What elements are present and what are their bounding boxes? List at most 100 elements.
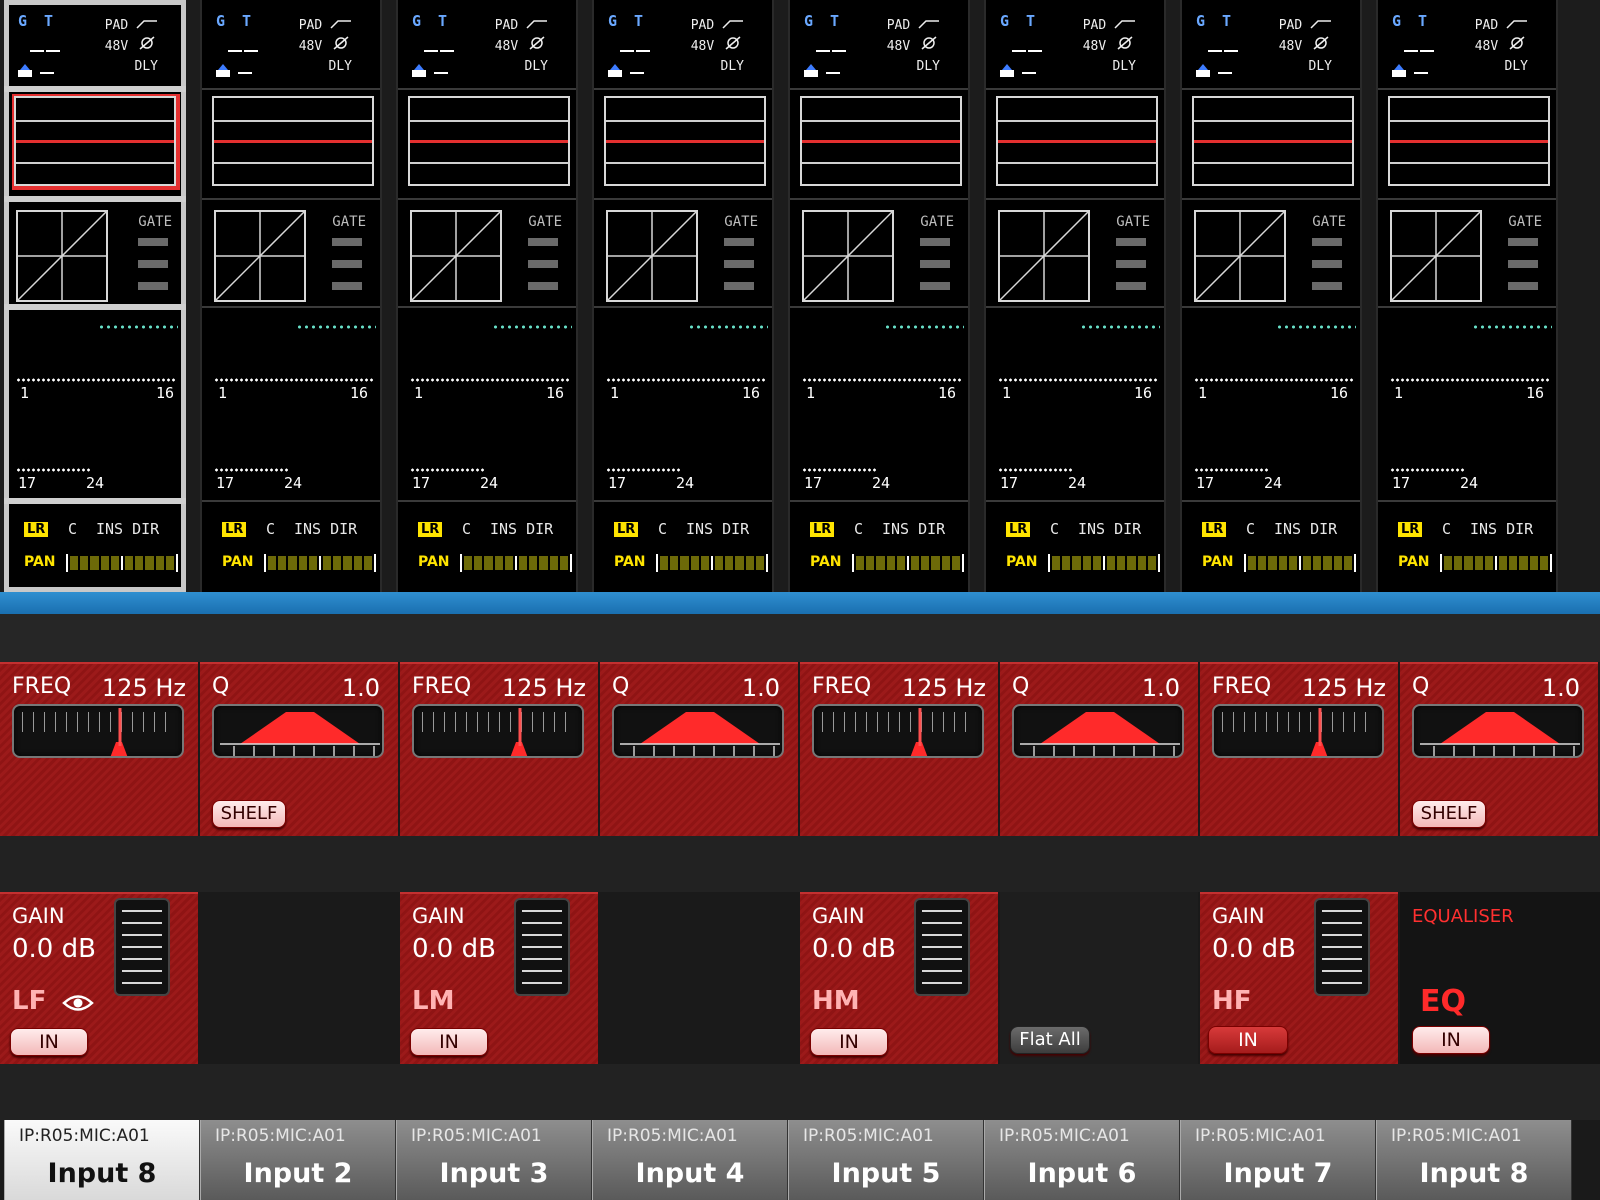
- eq-thumbnail[interactable]: [408, 96, 570, 186]
- aux-sends-17-24[interactable]: [16, 468, 92, 472]
- ins-dir-label[interactable]: INS DIR: [490, 520, 553, 538]
- gate-graph[interactable]: [16, 210, 108, 302]
- channel-strip[interactable]: G T PAD 48V DLY GATE 1 16 17 24 LR C INS…: [1376, 0, 1558, 592]
- preamp-flags[interactable]: PAD 48V DLY: [1083, 16, 1136, 77]
- lr-assign[interactable]: LR: [614, 522, 639, 537]
- lr-assign[interactable]: LR: [1202, 522, 1227, 537]
- aux-sends-1-16[interactable]: [410, 378, 570, 382]
- preamp-flags[interactable]: PAD 48V DLY: [105, 16, 158, 77]
- gate-graph[interactable]: [410, 210, 502, 302]
- band-in-button[interactable]: IN: [810, 1028, 888, 1056]
- channel-strip[interactable]: G T PAD 48V DLY GATE 1 16 17 24 LR C INS…: [984, 0, 1166, 592]
- eq-thumbnail[interactable]: [212, 96, 374, 186]
- gain-panel[interactable]: GAIN 0.0 dB HF IN: [1200, 892, 1398, 1064]
- eq-thumbnail[interactable]: [1192, 96, 1354, 186]
- gain-panel[interactable]: GAIN 0.0 dB HM IN: [800, 892, 998, 1064]
- preamp-flags[interactable]: PAD 48V DLY: [1279, 16, 1332, 77]
- gain-fader[interactable]: [914, 898, 970, 996]
- q-dial[interactable]: [1412, 704, 1584, 758]
- eq-thumbnail[interactable]: [800, 96, 962, 186]
- pan-indicator[interactable]: [264, 554, 376, 572]
- c-assign[interactable]: C: [1050, 520, 1059, 538]
- band-in-button[interactable]: IN: [1208, 1026, 1288, 1054]
- aux-sends-17-24[interactable]: [214, 468, 290, 472]
- pan-indicator[interactable]: [1244, 554, 1356, 572]
- channel-tab[interactable]: IP:R05:MIC:A01 Input 5: [788, 1120, 984, 1200]
- gain-fader[interactable]: [514, 898, 570, 996]
- lr-assign[interactable]: LR: [222, 522, 247, 537]
- pan-indicator[interactable]: [1440, 554, 1552, 572]
- freq-dial[interactable]: [1212, 704, 1384, 758]
- lr-assign[interactable]: LR: [1006, 522, 1031, 537]
- freq-dial[interactable]: [812, 704, 984, 758]
- lr-assign[interactable]: LR: [418, 522, 443, 537]
- aux-sends-17-24[interactable]: [410, 468, 486, 472]
- gate-graph[interactable]: [1390, 210, 1482, 302]
- aux-sends-1-16[interactable]: [214, 378, 374, 382]
- band-in-button[interactable]: IN: [10, 1028, 88, 1056]
- freq-panel[interactable]: FREQ 125 Hz: [1200, 662, 1398, 836]
- aux-sends-1-16[interactable]: [802, 378, 962, 382]
- aux-sends-17-24[interactable]: [802, 468, 878, 472]
- preamp-flags[interactable]: PAD 48V DLY: [887, 16, 940, 77]
- aux-sends-1-16[interactable]: [998, 378, 1158, 382]
- channel-tab[interactable]: IP:R05:MIC:A01 Input 7: [1180, 1120, 1376, 1200]
- eq-thumbnail[interactable]: [1388, 96, 1550, 186]
- freq-dial[interactable]: [412, 704, 584, 758]
- channel-strip[interactable]: G T PAD 48V DLY GATE 1 16 17 24 LR C INS…: [396, 0, 578, 592]
- aux-sends-17-24[interactable]: [1390, 468, 1466, 472]
- channel-tab[interactable]: IP:R05:MIC:A01 Input 4: [592, 1120, 788, 1200]
- aux-sends-1-16[interactable]: [606, 378, 766, 382]
- q-panel[interactable]: Q 1.0: [1000, 662, 1198, 836]
- gain-fader[interactable]: [1314, 898, 1370, 996]
- preamp-flags[interactable]: PAD 48V DLY: [495, 16, 548, 77]
- eye-icon[interactable]: [62, 992, 94, 1014]
- eq-thumbnail[interactable]: [604, 96, 766, 186]
- c-assign[interactable]: C: [68, 520, 77, 538]
- shelf-button[interactable]: SHELF: [1412, 800, 1486, 828]
- pan-indicator[interactable]: [460, 554, 572, 572]
- freq-dial[interactable]: [12, 704, 184, 758]
- aux-sends-1-16[interactable]: [16, 378, 176, 382]
- q-dial[interactable]: [612, 704, 784, 758]
- preamp-flags[interactable]: PAD 48V DLY: [1475, 16, 1528, 77]
- eq-in-button[interactable]: IN: [1412, 1026, 1490, 1054]
- flat-all-button[interactable]: Flat All: [1010, 1026, 1090, 1054]
- eq-thumbnail[interactable]: [14, 96, 176, 186]
- c-assign[interactable]: C: [658, 520, 667, 538]
- aux-sends-17-24[interactable]: [998, 468, 1074, 472]
- gate-graph[interactable]: [606, 210, 698, 302]
- gain-panel[interactable]: GAIN 0.0 dB LF IN: [0, 892, 198, 1064]
- channel-tab[interactable]: IP:R05:MIC:A01 Input 2: [200, 1120, 396, 1200]
- ins-dir-label[interactable]: INS DIR: [294, 520, 357, 538]
- preamp-flags[interactable]: PAD 48V DLY: [299, 16, 352, 77]
- channel-tab[interactable]: IP:R05:MIC:A01 Input 8: [1376, 1120, 1572, 1200]
- freq-panel[interactable]: FREQ 125 Hz: [0, 662, 198, 836]
- ins-dir-label[interactable]: INS DIR: [96, 520, 159, 538]
- c-assign[interactable]: C: [854, 520, 863, 538]
- ins-dir-label[interactable]: INS DIR: [1078, 520, 1141, 538]
- lr-assign[interactable]: LR: [810, 522, 835, 537]
- q-panel[interactable]: Q 1.0: [600, 662, 798, 836]
- c-assign[interactable]: C: [266, 520, 275, 538]
- channel-strip[interactable]: G T PAD 48V DLY GATE 1 16 17 24 LR C INS…: [592, 0, 774, 592]
- gain-fader[interactable]: [114, 898, 170, 996]
- c-assign[interactable]: C: [1246, 520, 1255, 538]
- gate-graph[interactable]: [998, 210, 1090, 302]
- channel-tab[interactable]: IP:R05:MIC:A01 Input 8: [4, 1120, 200, 1200]
- q-dial[interactable]: [1012, 704, 1184, 758]
- ins-dir-label[interactable]: INS DIR: [1470, 520, 1533, 538]
- gate-graph[interactable]: [802, 210, 894, 302]
- preamp-flags[interactable]: PAD 48V DLY: [691, 16, 744, 77]
- channel-strip[interactable]: G T PAD 48V DLY GATE 1 16 17 24 LR C INS…: [1180, 0, 1362, 592]
- pan-indicator[interactable]: [1048, 554, 1160, 572]
- aux-sends-1-16[interactable]: [1390, 378, 1550, 382]
- channel-strip[interactable]: G T PAD 48V DLY GATE 1 16 17 24 LR C INS…: [4, 0, 186, 592]
- aux-sends-17-24[interactable]: [1194, 468, 1270, 472]
- channel-strip[interactable]: G T PAD 48V DLY GATE 1 16 17 24 LR C INS…: [200, 0, 382, 592]
- pan-indicator[interactable]: [66, 554, 178, 572]
- aux-sends-17-24[interactable]: [606, 468, 682, 472]
- gain-panel[interactable]: GAIN 0.0 dB LM IN: [400, 892, 598, 1064]
- gate-graph[interactable]: [1194, 210, 1286, 302]
- channel-strip[interactable]: G T PAD 48V DLY GATE 1 16 17 24 LR C INS…: [788, 0, 970, 592]
